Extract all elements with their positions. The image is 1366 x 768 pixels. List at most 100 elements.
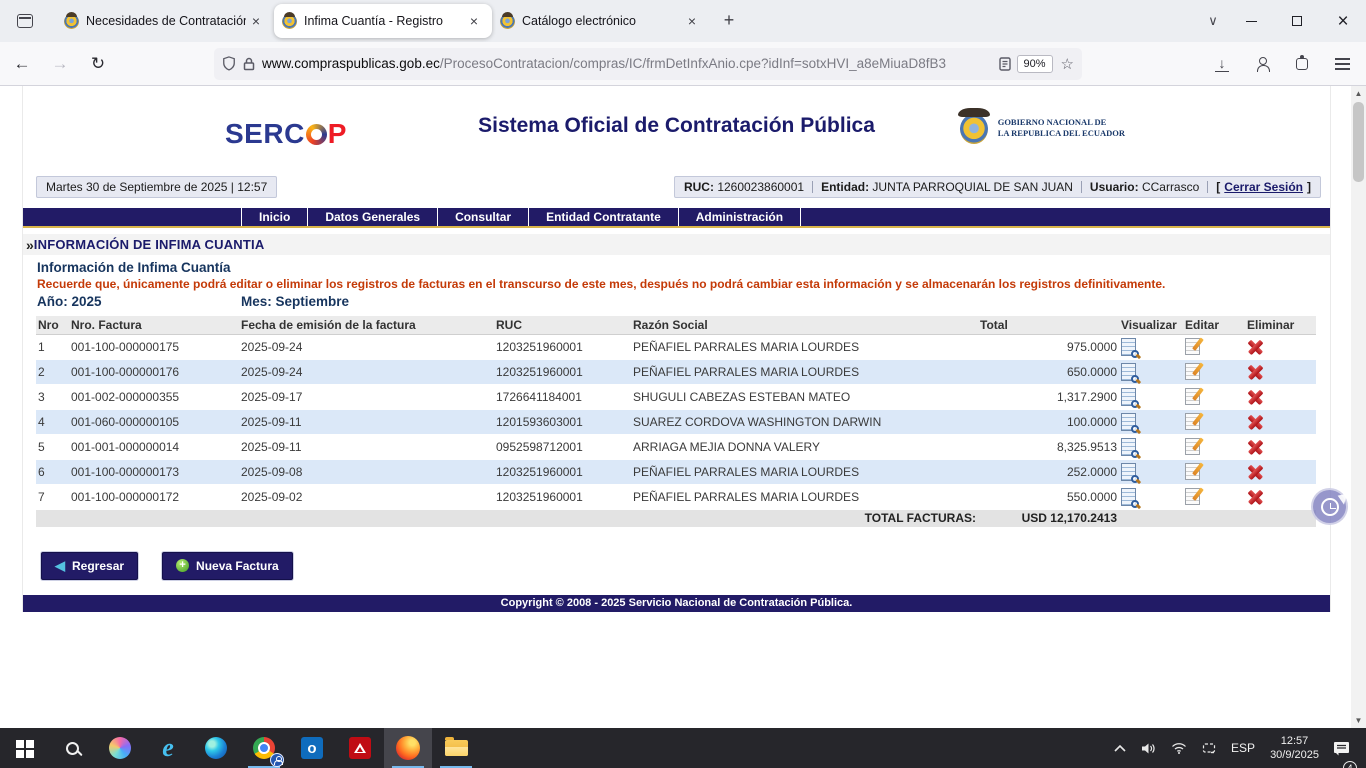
scroll-down-arrow[interactable]: ▼ — [1351, 713, 1366, 728]
forward-button[interactable]: → — [44, 48, 76, 80]
cell-ruc: 1726641184001 — [494, 384, 631, 409]
bookmark-star-icon[interactable]: ☆ — [1061, 55, 1074, 73]
visualizar-icon[interactable] — [1121, 488, 1136, 506]
total-label: TOTAL FACTURAS: — [36, 509, 978, 527]
editar-icon[interactable] — [1185, 363, 1200, 380]
separator — [1207, 181, 1208, 193]
eliminar-icon[interactable] — [1247, 389, 1264, 405]
reload-button[interactable]: ↻ — [82, 48, 114, 80]
scrollbar-thumb[interactable] — [1353, 102, 1364, 182]
cell-factura: 001-060-000000105 — [69, 409, 239, 434]
taskbar-search-button[interactable] — [48, 728, 96, 768]
cell-factura: 001-001-000000014 — [69, 434, 239, 459]
close-button[interactable]: × — [1320, 0, 1366, 42]
eliminar-icon[interactable] — [1247, 464, 1264, 480]
menu-item-inicio[interactable]: Inicio — [241, 208, 307, 226]
zoom-level-chip[interactable]: 90% — [1017, 55, 1053, 73]
tab-close-icon[interactable]: × — [682, 11, 702, 31]
visualizar-icon[interactable] — [1121, 438, 1136, 456]
browser-tab[interactable]: Catálogo electrónico × — [492, 4, 710, 38]
clock-icon — [1321, 498, 1339, 516]
tab-close-icon[interactable]: × — [246, 11, 266, 31]
visualizar-icon[interactable] — [1121, 463, 1136, 481]
editar-icon[interactable] — [1185, 463, 1200, 480]
visualizar-icon[interactable] — [1121, 338, 1136, 356]
eliminar-icon[interactable] — [1247, 489, 1264, 505]
download-icon: ↓ — [1215, 56, 1229, 72]
account-button[interactable] — [1246, 48, 1278, 80]
app-menu-button[interactable] — [1326, 48, 1358, 80]
vertical-scrollbar[interactable]: ▲ ▼ — [1351, 86, 1366, 728]
menu-item-datos-generales[interactable]: Datos Generales — [307, 208, 437, 226]
scroll-up-arrow[interactable]: ▲ — [1351, 86, 1366, 101]
browser-tab[interactable]: Infima Cuantía - Registro × — [274, 4, 492, 38]
back-button[interactable]: ← — [6, 48, 38, 80]
notification-center-button[interactable]: 4 — [1329, 728, 1360, 768]
magnifier-icon — [1131, 350, 1139, 358]
eliminar-icon[interactable] — [1247, 414, 1264, 430]
taskbar-acrobat-button[interactable] — [336, 728, 384, 768]
list-all-tabs-icon[interactable]: ∨ — [1198, 13, 1228, 29]
maximize-button[interactable] — [1274, 0, 1320, 42]
pencil-icon — [1192, 487, 1203, 500]
taskbar-copilot-button[interactable] — [96, 728, 144, 768]
taskbar-explorer-button[interactable] — [432, 728, 480, 768]
visualizar-icon[interactable] — [1121, 363, 1136, 381]
total-row-filler — [1119, 509, 1316, 527]
tab-close-icon[interactable]: × — [464, 11, 484, 31]
editar-icon[interactable] — [1185, 488, 1200, 505]
search-icon — [66, 742, 79, 755]
taskbar-ie-button[interactable]: e — [144, 728, 192, 768]
ecuador-crest-icon — [957, 108, 991, 148]
cast-button[interactable] — [1196, 728, 1222, 768]
menu-item-administración[interactable]: Administración — [678, 208, 801, 226]
invoice-table-body: 1 001-100-000000175 2025-09-24 120325196… — [36, 334, 1316, 509]
visualizar-icon[interactable] — [1121, 388, 1136, 406]
breadcrumb-chevron: » — [26, 237, 34, 253]
nueva-factura-button[interactable]: + Nueva Factura — [162, 552, 293, 580]
eliminar-icon[interactable] — [1247, 339, 1264, 355]
table-header-row: NroNro. FacturaFecha de emisión de la fa… — [36, 316, 1316, 334]
taskbar-outlook-button[interactable]: o — [288, 728, 336, 768]
clock-tray[interactable]: 12:57 30/9/2025 — [1264, 734, 1325, 762]
start-button[interactable] — [0, 728, 48, 768]
magnifier-icon — [1131, 375, 1139, 383]
eliminar-icon[interactable] — [1247, 364, 1264, 380]
floating-timer-widget[interactable] — [1311, 488, 1348, 525]
language-indicator[interactable]: ESP — [1226, 728, 1260, 768]
screen: Necesidades de Contratación y × Infima C… — [0, 0, 1366, 768]
extension-button[interactable] — [1286, 48, 1318, 80]
firefox-view-button[interactable] — [8, 4, 42, 38]
menu-item-entidad-contratante[interactable]: Entidad Contratante — [528, 208, 678, 226]
downloads-button[interactable]: ↓ — [1206, 48, 1238, 80]
visualizar-icon[interactable] — [1121, 413, 1136, 431]
logout-link[interactable]: Cerrar Sesión — [1224, 180, 1303, 194]
tray-expand-button[interactable] — [1108, 728, 1132, 768]
address-bar[interactable]: www.compraspublicas.gob.ec/ProcesoContra… — [214, 48, 1082, 80]
cell-fecha: 2025-09-24 — [239, 334, 494, 359]
toolbar-right: ↓ — [1206, 48, 1358, 80]
minimize-button[interactable] — [1228, 0, 1274, 42]
eliminar-icon[interactable] — [1247, 439, 1264, 455]
reader-mode-icon[interactable] — [999, 57, 1011, 71]
taskbar-edge-button[interactable] — [192, 728, 240, 768]
editar-icon[interactable] — [1185, 388, 1200, 405]
editar-icon[interactable] — [1185, 338, 1200, 355]
editar-icon[interactable] — [1185, 438, 1200, 455]
close-icon: × — [1337, 12, 1348, 31]
taskbar-firefox-button[interactable] — [384, 728, 432, 768]
lock-icon[interactable] — [243, 57, 255, 71]
gov-line2: LA REPUBLICA DEL ECUADOR — [998, 128, 1125, 138]
volume-button[interactable] — [1136, 728, 1162, 768]
browser-tab[interactable]: Necesidades de Contratación y × — [56, 4, 274, 38]
taskbar-chrome-button[interactable] — [240, 728, 288, 768]
shield-icon[interactable] — [222, 56, 236, 71]
tab-favicon — [64, 14, 79, 29]
ruc-value: 1260023860001 — [717, 180, 804, 194]
cell-nro: 4 — [36, 409, 69, 434]
wifi-button[interactable] — [1166, 728, 1192, 768]
new-tab-button[interactable]: + — [714, 5, 744, 35]
regresar-button[interactable]: ◀ Regresar — [41, 552, 138, 580]
menu-item-consultar[interactable]: Consultar — [437, 208, 528, 226]
editar-icon[interactable] — [1185, 413, 1200, 430]
